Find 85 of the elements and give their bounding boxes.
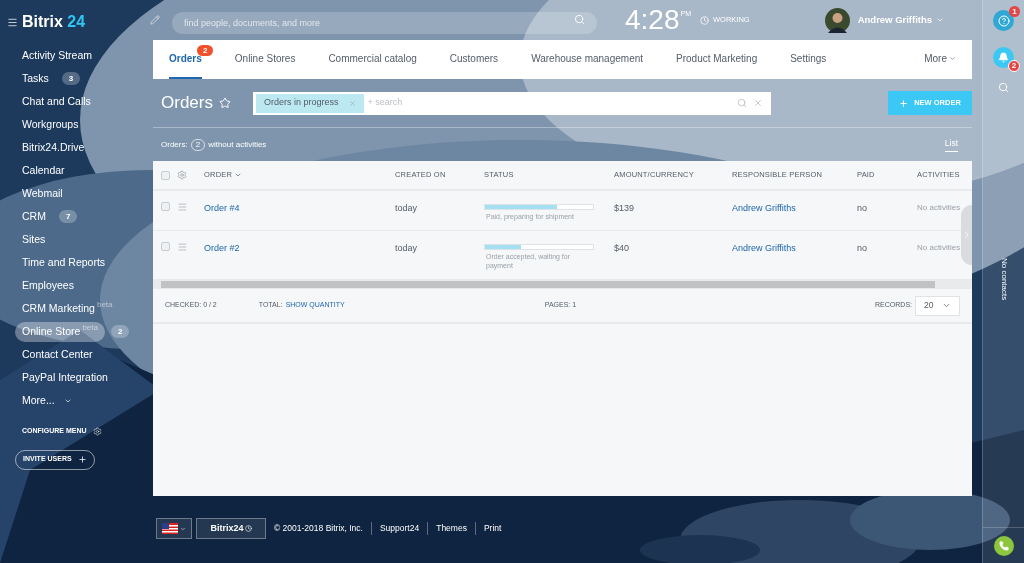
tab[interactable]: Customers bbox=[449, 40, 499, 79]
search-icon[interactable] bbox=[736, 98, 747, 108]
tab[interactable]: Warehouse management bbox=[531, 40, 644, 79]
count-badge: 1 bbox=[1009, 6, 1020, 17]
records-select[interactable]: 20 bbox=[915, 295, 960, 316]
language-select[interactable] bbox=[156, 518, 192, 539]
footer-link[interactable]: Themes bbox=[427, 522, 467, 535]
table-cell-text: no bbox=[857, 242, 868, 255]
settings-icon bbox=[92, 426, 102, 436]
person-link[interactable]: Andrew Griffiths bbox=[732, 202, 857, 216]
count-badge: 2 bbox=[197, 45, 214, 56]
sidebar-item[interactable]: Tasks bbox=[15, 68, 56, 89]
sidebar-item[interactable]: Workgroups bbox=[15, 114, 86, 135]
footer-link[interactable]: Support24 bbox=[370, 522, 420, 535]
sidebar-item[interactable]: More... bbox=[15, 390, 62, 411]
menu-icon[interactable] bbox=[7, 16, 18, 28]
brand-button[interactable]: Bitrix24 bbox=[196, 518, 266, 539]
edit-icon[interactable] bbox=[150, 15, 160, 25]
search-icon bbox=[574, 14, 585, 25]
contacts-status: No contacts bbox=[998, 258, 1010, 301]
row-checkbox[interactable] bbox=[161, 202, 170, 211]
sidebar-item[interactable]: PayPal Integration bbox=[15, 367, 115, 388]
filter-chip[interactable]: Orders in progress bbox=[255, 93, 364, 113]
sidebar-item[interactable]: Employees bbox=[15, 275, 81, 296]
order-link[interactable]: Order #4 bbox=[204, 202, 395, 216]
footer-link[interactable]: Print bbox=[474, 522, 502, 535]
table-cell-text: $40 bbox=[614, 242, 631, 255]
tab[interactable]: Online Stores bbox=[234, 40, 296, 79]
count-badge: 2 bbox=[110, 325, 130, 338]
flag-icon bbox=[162, 523, 178, 534]
table-cell-text: no bbox=[857, 202, 868, 215]
page-title: Orders bbox=[161, 92, 213, 115]
horizontal-scrollbar[interactable] bbox=[153, 280, 972, 289]
row-checkbox[interactable] bbox=[161, 242, 170, 251]
user-avatar[interactable] bbox=[824, 7, 850, 33]
caret-icon bbox=[180, 525, 186, 532]
select-all-checkbox[interactable] bbox=[161, 170, 170, 180]
person-link[interactable]: Andrew Griffiths bbox=[732, 242, 857, 256]
sidebar-item[interactable]: Contact Center bbox=[15, 344, 100, 365]
tab[interactable]: Commercial catalog bbox=[328, 40, 417, 79]
plus-icon bbox=[77, 455, 87, 464]
orders-summary: without activities bbox=[208, 138, 267, 151]
caret-icon bbox=[949, 55, 956, 62]
bell-icon bbox=[998, 52, 1009, 63]
phone-icon bbox=[998, 541, 1009, 551]
table-cell-text: today bbox=[395, 242, 419, 255]
table-cell-text: today bbox=[395, 202, 419, 215]
count-badge: 3 bbox=[61, 72, 81, 85]
tab[interactable]: More bbox=[924, 40, 956, 79]
filter-field[interactable]: Orders in progress + search bbox=[252, 91, 771, 115]
table-cell-text: No activities bbox=[917, 242, 962, 254]
clock-time: 4:28 bbox=[625, 6, 680, 34]
plus-icon bbox=[899, 98, 909, 108]
copyright: © 2001-2018 Bitrix, Inc. bbox=[274, 522, 363, 535]
sort-icon bbox=[234, 171, 243, 179]
sidebar-item[interactable]: Webmail bbox=[15, 183, 70, 204]
settings-icon[interactable] bbox=[177, 170, 187, 180]
sidebar-item[interactable]: Bitrix24.Drive bbox=[15, 137, 92, 158]
close-icon[interactable] bbox=[752, 98, 763, 108]
caret-icon bbox=[936, 16, 945, 24]
order-link[interactable]: Order #2 bbox=[204, 242, 395, 256]
clock-icon bbox=[244, 525, 252, 532]
search-input[interactable]: + search bbox=[367, 96, 737, 110]
logo[interactable]: Bitrix 24 bbox=[22, 10, 86, 34]
close-icon[interactable] bbox=[348, 99, 356, 107]
star-icon[interactable] bbox=[218, 97, 231, 109]
sidebar-item[interactable]: CRM bbox=[15, 206, 53, 227]
sidebar-item[interactable]: Activity Stream bbox=[15, 45, 99, 66]
help-icon bbox=[997, 14, 1010, 27]
orders-label: Orders: bbox=[161, 138, 188, 151]
table-cell-text: $139 bbox=[614, 202, 636, 215]
caret-icon bbox=[942, 301, 951, 310]
sidebar-item[interactable]: Chat and Calls bbox=[15, 91, 98, 112]
sidebar-item[interactable]: Sites bbox=[15, 229, 53, 250]
sidebar-item[interactable]: Time and Reports bbox=[15, 252, 113, 273]
table-cell-text: No activities bbox=[917, 202, 962, 214]
count-badge: 7 bbox=[58, 210, 78, 223]
drag-handle-icon[interactable] bbox=[177, 242, 188, 252]
sidebar-item[interactable]: CRM Marketing $^{beta}$ bbox=[15, 298, 120, 319]
tab[interactable]: Settings bbox=[790, 40, 827, 79]
tab[interactable]: Product Marketing bbox=[676, 40, 758, 79]
status-icon bbox=[700, 15, 709, 25]
sidebar-item[interactable]: Calendar bbox=[15, 160, 72, 181]
drag-handle-icon[interactable] bbox=[177, 202, 188, 212]
scroll-right-button[interactable] bbox=[961, 205, 972, 265]
